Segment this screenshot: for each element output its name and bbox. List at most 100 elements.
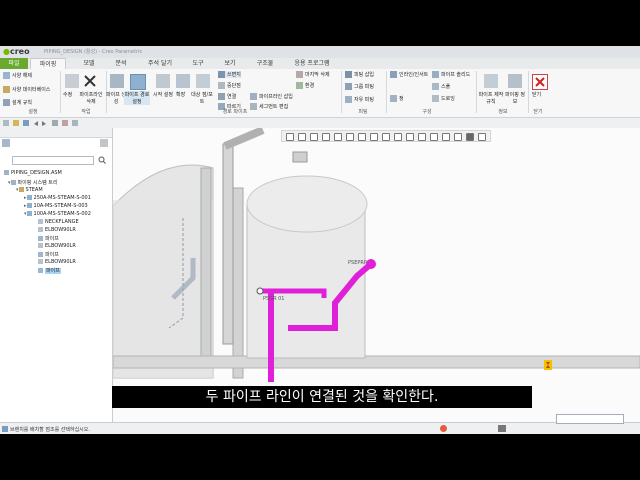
system-icon — [10, 180, 16, 185]
spec-db-button[interactable]: 사양 데이터베이스 — [3, 86, 50, 93]
orient-icon[interactable] — [406, 133, 414, 141]
breakpoint-button[interactable]: 중단점 — [218, 82, 241, 89]
zoom-out-icon[interactable] — [310, 133, 318, 141]
tree-filter-icon[interactable] — [2, 139, 10, 147]
tree-piping-system[interactable]: ▾ 파이핑 시스템 트리 — [8, 179, 58, 186]
tree-steam[interactable]: ▾ STEAM — [16, 187, 43, 193]
group-fitting-label: 피팅 — [358, 109, 368, 115]
pipe-solid-button[interactable]: 파이프 솔리드 — [432, 71, 470, 78]
layer-icon[interactable] — [430, 133, 438, 141]
tree-item[interactable]: 파이프 — [38, 235, 59, 242]
route-pipe-icon — [130, 74, 146, 90]
repaint-icon[interactable] — [322, 133, 330, 141]
set-start-button[interactable]: 시작 설정 — [152, 91, 174, 98]
creo-logo: ●creo — [3, 47, 30, 56]
graphics-viewport[interactable]: PSEPRP PSGR 01 — [113, 128, 640, 422]
close-window-icon[interactable] — [72, 120, 78, 126]
new-icon[interactable] — [3, 120, 9, 126]
piping-info-button[interactable]: 파이핑 정보 — [504, 91, 526, 105]
quick-access-toolbar — [0, 118, 640, 128]
route-pipe-button[interactable]: 파이프 경로 설정 — [124, 91, 150, 105]
display-style-icon[interactable] — [346, 133, 354, 141]
redo-icon[interactable] — [42, 121, 46, 126]
group-fitting-button[interactable]: 그룹 피팅 — [345, 83, 374, 90]
annotation-display-icon[interactable] — [382, 133, 390, 141]
tab-tools[interactable]: 도구 — [184, 58, 212, 69]
view-toolbar — [281, 130, 491, 142]
tree-line-1[interactable]: ▸ 250A-MS-STEAM-S-001 — [24, 195, 91, 201]
insert-pipeline-button[interactable]: 파이프라인 삽입 — [250, 93, 293, 100]
inline-button[interactable]: 인라인/인서트 — [390, 71, 428, 78]
gray-pipe[interactable] — [222, 143, 234, 345]
pointer-icon[interactable] — [498, 425, 506, 432]
zoom-in-icon[interactable] — [298, 133, 306, 141]
drawing-button[interactable]: 드로잉 — [432, 95, 455, 102]
sketch-label: 쓰면지 — [227, 72, 241, 78]
tree-settings-icon[interactable] — [100, 139, 108, 147]
insert-fitting-button[interactable]: 피팅 삽입 — [345, 71, 374, 78]
tab-view[interactable]: 보기 — [216, 58, 244, 69]
connect-button[interactable]: 연결 — [218, 93, 236, 100]
tree-line-2[interactable]: ▸ 10A-MS-STEAM-S-003 — [24, 203, 88, 209]
regenerate-icon[interactable] — [52, 120, 58, 126]
group-fitting-icon — [345, 83, 352, 90]
spool-button[interactable]: 스풀 — [432, 83, 450, 90]
save-icon[interactable] — [23, 120, 29, 126]
appearance-icon[interactable] — [442, 133, 450, 141]
settings-icon[interactable] — [478, 133, 486, 141]
view-manager-icon[interactable] — [358, 133, 366, 141]
tree-item-selected[interactable]: 파이프 — [38, 267, 61, 274]
free-fitting-button[interactable]: 자유 피팅 — [345, 96, 374, 103]
tree-line-3[interactable]: ▾ 100A-MS-STEAM-S-002 — [24, 211, 91, 217]
tab-annotate[interactable]: 주석 달기 — [140, 58, 180, 69]
spec-icon — [3, 72, 10, 79]
windows-icon[interactable] — [62, 120, 68, 126]
fitting-icon — [38, 227, 43, 232]
perspective-icon[interactable] — [454, 133, 462, 141]
section-icon[interactable] — [418, 133, 426, 141]
config-more-button[interactable]: 정 — [390, 95, 404, 102]
extend-button[interactable]: 확장 — [176, 91, 185, 98]
tree-item[interactable]: 파이프 — [38, 251, 59, 258]
tree-item-label: 파이프 — [45, 252, 59, 258]
group-config-label: 구성 — [422, 109, 432, 115]
design-rules-button[interactable]: 설계 규칙 — [3, 99, 32, 106]
environment-button[interactable]: 환경 — [296, 82, 314, 89]
pause-icon[interactable] — [466, 133, 474, 141]
tree-search-input[interactable] — [12, 156, 94, 165]
saved-views-icon[interactable] — [334, 133, 342, 141]
delete-pipeline-button[interactable]: 파이프라인 삭제 — [78, 91, 104, 105]
undo-icon[interactable] — [34, 121, 38, 126]
datum-display-icon[interactable] — [370, 133, 378, 141]
tree-item[interactable]: NECKFLANGE — [38, 219, 79, 225]
tree-item[interactable]: ELBOW90LR — [38, 243, 76, 249]
tab-file[interactable]: 파일 — [0, 58, 28, 69]
tab-applications[interactable]: 응용 프로그램 — [286, 58, 338, 69]
close-button[interactable]: 닫기 — [532, 91, 541, 98]
tree-item[interactable]: ELBOW90LR — [38, 259, 76, 265]
pipeline-icon — [26, 211, 32, 216]
tab-analysis[interactable]: 분석 — [106, 58, 136, 69]
tree-item[interactable]: ELBOW90LR — [38, 227, 76, 233]
tree-root[interactable]: PIPING_DESIGN.ASM — [4, 170, 62, 176]
regen-status-icon[interactable] — [440, 425, 447, 432]
search-icon[interactable] — [98, 156, 106, 164]
target-port-button[interactable]: 대상 점/포트 — [190, 91, 214, 105]
open-icon[interactable] — [13, 120, 19, 126]
tab-framework[interactable]: 구조물 — [248, 58, 282, 69]
ribbon-divider — [528, 71, 529, 113]
unspec-button[interactable]: 사양 해제 — [3, 72, 32, 79]
sketch-button[interactable]: 쓰면지 — [218, 71, 241, 78]
pipe-end-fitting[interactable] — [366, 259, 376, 269]
delete-last-button[interactable]: 마지막 삭제 — [296, 71, 330, 78]
tab-model[interactable]: 모델 — [74, 58, 104, 69]
zoom-fit-icon[interactable] — [286, 133, 294, 141]
delete-last-icon — [296, 71, 303, 78]
spin-center-icon[interactable] — [394, 133, 402, 141]
modify-button[interactable]: 수정 — [63, 91, 72, 98]
design-rules-label: 설계 규칙 — [12, 100, 32, 106]
create-pipe-button[interactable]: 파이프 생성 — [106, 91, 126, 105]
port-marker[interactable] — [256, 287, 264, 295]
selection-filter-dropdown[interactable] — [556, 414, 624, 424]
fab-rules-button[interactable]: 파이프 제작 규칙 — [478, 91, 504, 105]
